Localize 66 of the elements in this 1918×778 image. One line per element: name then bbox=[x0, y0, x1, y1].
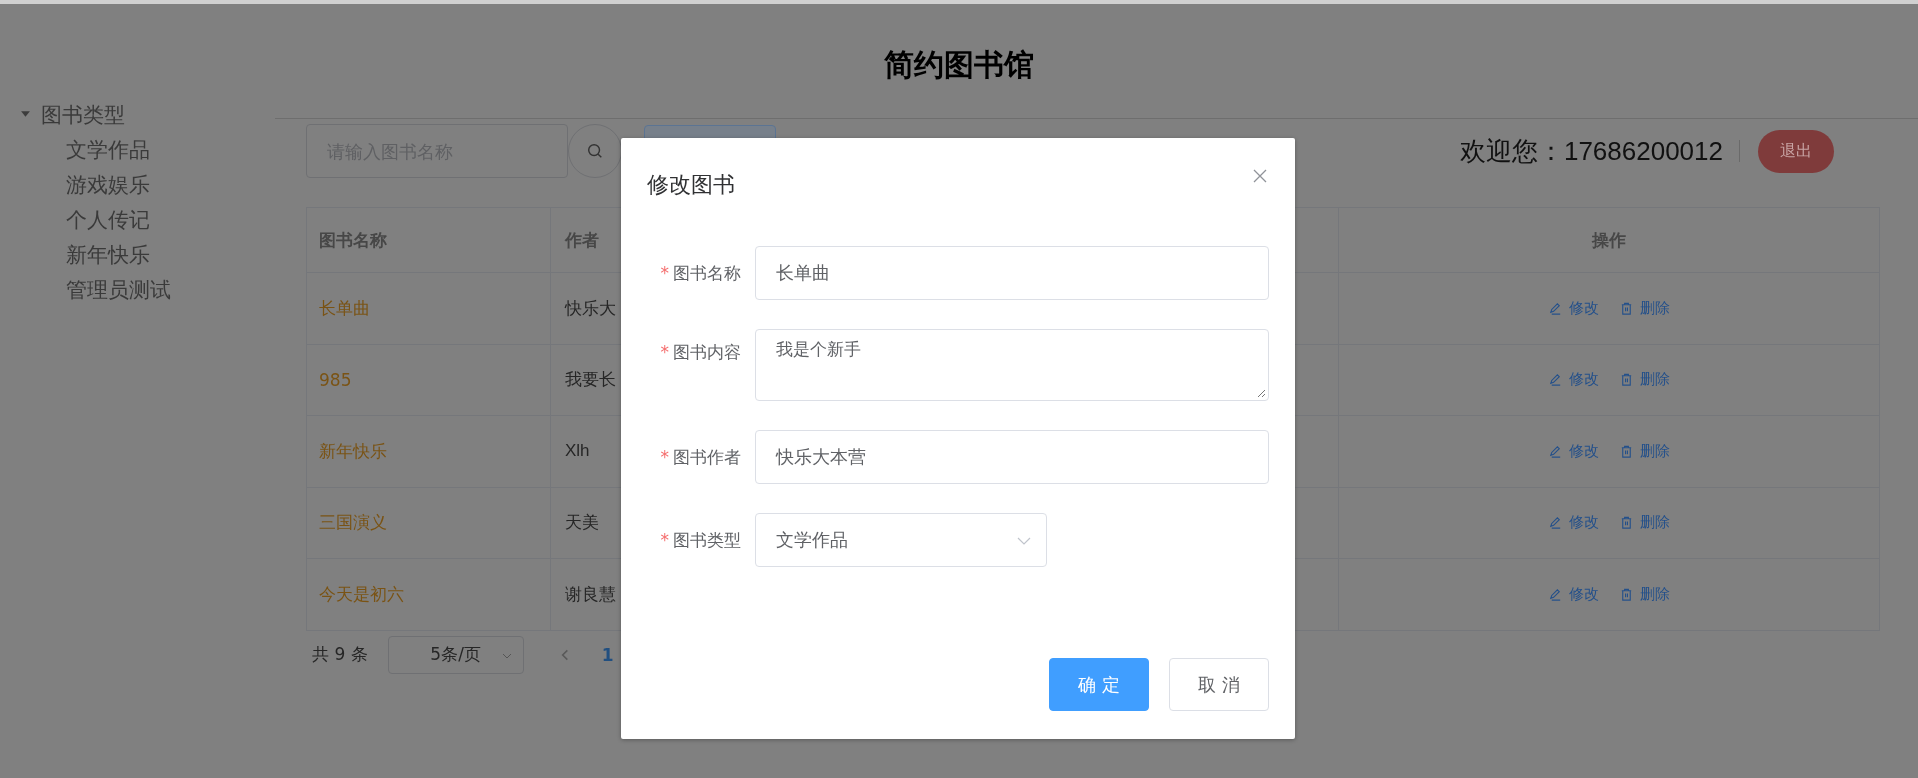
field-label: 图书内容 bbox=[673, 340, 741, 364]
column-header: 操作 bbox=[1592, 228, 1626, 252]
field-label: 图书类型 bbox=[673, 528, 741, 552]
field-label: 图书作者 bbox=[673, 445, 741, 469]
tree-item[interactable]: 新年快乐 bbox=[66, 240, 150, 269]
field-label: 图书名称 bbox=[673, 261, 741, 285]
edit-link[interactable]: 修改 bbox=[1569, 298, 1599, 318]
edit-link[interactable]: 修改 bbox=[1569, 370, 1599, 390]
book-name-cell[interactable]: 985 bbox=[319, 369, 352, 390]
logout-button[interactable]: 退出 bbox=[1758, 129, 1834, 173]
required-mark: * bbox=[660, 530, 669, 550]
dialog-title: 修改图书 bbox=[647, 171, 735, 199]
tree-item[interactable]: 文学作品 bbox=[66, 135, 150, 164]
welcome-text: 欢迎您： bbox=[1459, 134, 1564, 168]
author-cell-text: 我要长 bbox=[565, 369, 616, 392]
delete-link[interactable]: 删除 bbox=[1640, 370, 1670, 390]
search-button[interactable] bbox=[568, 124, 622, 178]
column-header: 图书名称 bbox=[319, 228, 387, 252]
edit-link[interactable]: 修改 bbox=[1569, 584, 1599, 604]
trash-icon[interactable] bbox=[1619, 300, 1634, 316]
edit-link[interactable]: 修改 bbox=[1569, 441, 1599, 461]
tree-item[interactable]: 个人传记 bbox=[66, 205, 150, 234]
book-name-cell[interactable]: 今天是初六 bbox=[319, 582, 404, 606]
type-select[interactable]: 文学作品 bbox=[755, 513, 1047, 567]
input-field[interactable]: 快乐大本营 bbox=[755, 430, 1269, 484]
column-header: 作者 bbox=[565, 228, 599, 252]
delete-link[interactable]: 删除 bbox=[1640, 584, 1670, 604]
required-mark: * bbox=[660, 342, 669, 362]
total-count: 共 9 条 bbox=[312, 643, 368, 666]
resize-grip-icon[interactable] bbox=[1256, 388, 1266, 398]
required-mark: * bbox=[660, 263, 669, 283]
delete-link[interactable]: 删除 bbox=[1640, 513, 1670, 533]
pencil-icon[interactable] bbox=[1548, 443, 1563, 459]
author-cell-text: 快乐大 bbox=[565, 297, 616, 320]
trash-icon[interactable] bbox=[1619, 515, 1634, 531]
pencil-icon[interactable] bbox=[1548, 372, 1563, 388]
book-name-cell[interactable]: 新年快乐 bbox=[319, 439, 387, 463]
author-cell: Xlh bbox=[565, 441, 590, 462]
page-number[interactable]: 1 bbox=[601, 644, 614, 665]
edit-link[interactable]: 修改 bbox=[1569, 513, 1599, 533]
pencil-icon[interactable] bbox=[1548, 515, 1563, 531]
trash-icon[interactable] bbox=[1619, 586, 1634, 602]
input-field[interactable]: 长单曲 bbox=[755, 246, 1269, 300]
confirm-button[interactable]: 确 定 bbox=[1049, 658, 1149, 711]
caret-icon[interactable] bbox=[20, 109, 31, 120]
trash-icon[interactable] bbox=[1619, 372, 1634, 388]
search-icon bbox=[586, 142, 604, 160]
author-cell-text: 谢良慧 bbox=[565, 583, 616, 606]
book-name-cell[interactable]: 三国演义 bbox=[319, 511, 387, 535]
page-size-select[interactable]: 5条/页 bbox=[387, 635, 524, 674]
page-title: 简约图书馆 bbox=[884, 46, 1034, 84]
required-mark: * bbox=[660, 447, 669, 467]
pencil-icon[interactable] bbox=[1548, 586, 1563, 602]
delete-link[interactable]: 删除 bbox=[1640, 441, 1670, 461]
cancel-button[interactable]: 取 消 bbox=[1169, 658, 1269, 711]
pencil-icon[interactable] bbox=[1548, 300, 1563, 316]
trash-icon[interactable] bbox=[1619, 443, 1634, 459]
tree-item[interactable]: 游戏娱乐 bbox=[66, 170, 150, 199]
tree-item[interactable]: 管理员测试 bbox=[66, 275, 171, 304]
delete-link[interactable]: 删除 bbox=[1640, 298, 1670, 318]
account-number: 17686200012 bbox=[1563, 135, 1723, 167]
close-icon[interactable] bbox=[1253, 169, 1267, 183]
text-area[interactable]: 我是个新手 bbox=[755, 329, 1269, 401]
author-cell-text: 天美 bbox=[565, 512, 599, 535]
tree-item[interactable]: 图书类型 bbox=[41, 100, 125, 129]
book-name-cell[interactable]: 长单曲 bbox=[319, 296, 370, 320]
